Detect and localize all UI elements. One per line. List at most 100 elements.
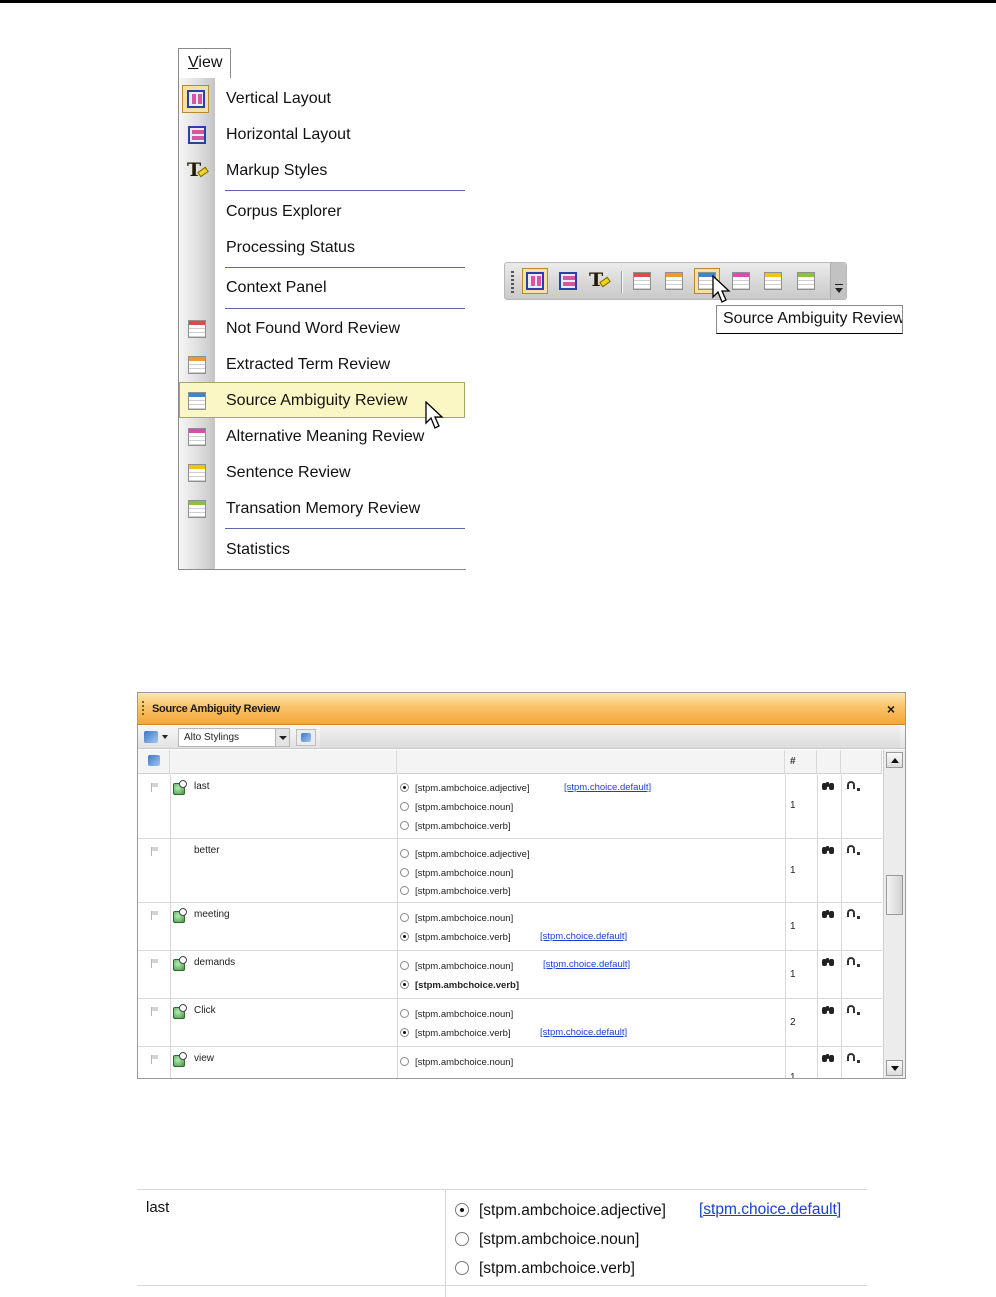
- ambiguity-choice[interactable]: [stpm.ambchoice.verb]: [400, 979, 519, 991]
- menu-item-markup-styles[interactable]: T Markup Styles: [179, 154, 465, 188]
- radio-button[interactable]: [455, 1203, 469, 1217]
- lookup-icon[interactable]: [846, 780, 862, 792]
- flag-icon[interactable]: [151, 959, 161, 968]
- panel-options-button[interactable]: [142, 729, 172, 746]
- menu-item-horizontal-layout[interactable]: Horizontal Layout: [179, 118, 465, 152]
- styling-select[interactable]: Alto Stylings: [178, 728, 290, 747]
- binoculars-icon[interactable]: [822, 1052, 836, 1063]
- panel-grip[interactable]: [142, 701, 144, 717]
- flag-icon[interactable]: [151, 1007, 161, 1016]
- toolbar-overflow-button[interactable]: [830, 263, 846, 299]
- chevron-down-icon[interactable]: [275, 729, 289, 746]
- menu-item-extracted-term-review[interactable]: Extracted Term Review: [179, 348, 465, 382]
- binoculars-icon[interactable]: [822, 956, 836, 967]
- flag-icon[interactable]: [151, 911, 161, 920]
- ambiguity-choice[interactable]: [stpm.ambchoice.verb]: [400, 820, 511, 832]
- header-find-column: [817, 750, 841, 774]
- menu-item-sentence-review[interactable]: Sentence Review: [179, 456, 465, 490]
- column-divider: [785, 775, 786, 1078]
- count-header: #: [790, 756, 796, 767]
- toolbar-translation-memory-review-button[interactable]: [795, 271, 817, 291]
- radio-button[interactable]: [400, 980, 409, 989]
- table-row[interactable]: demands [stpm.ambchoice.noun] [stpm.choi…: [138, 951, 882, 999]
- radio-button[interactable]: [400, 961, 409, 970]
- binoculars-icon[interactable]: [822, 908, 836, 919]
- detail-choice[interactable]: [stpm.ambchoice.noun]: [455, 1230, 639, 1249]
- menu-item-statistics[interactable]: Statistics: [179, 533, 465, 567]
- radio-button[interactable]: [455, 1261, 469, 1275]
- lookup-icon[interactable]: [846, 908, 862, 920]
- radio-button[interactable]: [400, 868, 409, 877]
- table-row[interactable]: last [stpm.ambchoice.adjective] [stpm.ch…: [138, 775, 882, 839]
- radio-button[interactable]: [400, 802, 409, 811]
- ambiguity-choice[interactable]: [stpm.ambchoice.noun]: [400, 867, 513, 879]
- detail-choice[interactable]: [stpm.ambchoice.verb]: [455, 1259, 635, 1278]
- binoculars-icon[interactable]: [822, 844, 836, 855]
- table-row[interactable]: meeting [stpm.ambchoice.noun] [stpm.ambc…: [138, 903, 882, 951]
- binoculars-icon[interactable]: [822, 780, 836, 791]
- menu-item-processing-status[interactable]: Processing Status: [179, 231, 465, 265]
- close-icon[interactable]: ×: [887, 701, 895, 717]
- ambiguity-choice[interactable]: [stpm.ambchoice.noun]: [400, 960, 513, 972]
- lookup-icon[interactable]: [846, 1052, 862, 1064]
- detail-choice[interactable]: [stpm.ambchoice.adjective]: [455, 1201, 666, 1220]
- menu-item-not-found-word-review[interactable]: Not Found Word Review: [179, 312, 465, 346]
- flag-icon[interactable]: [151, 1055, 161, 1064]
- radio-button[interactable]: [400, 821, 409, 830]
- radio-button[interactable]: [400, 1009, 409, 1018]
- toolbar-horizontal-layout-button[interactable]: [557, 271, 579, 291]
- table-row[interactable]: Click [stpm.ambchoice.noun] [stpm.ambcho…: [138, 999, 882, 1047]
- choice-default-link[interactable]: [stpm.choice.default]: [564, 782, 651, 793]
- source-ambiguity-review-panel: Source Ambiguity Review × Alto Stylings …: [137, 692, 906, 1079]
- ambiguity-choice[interactable]: [stpm.ambchoice.verb]: [400, 885, 511, 897]
- toolbar-grip[interactable]: [511, 271, 514, 293]
- menu-item-source-ambiguity-review[interactable]: Source Ambiguity Review: [179, 382, 465, 418]
- ambiguity-choice[interactable]: [stpm.ambchoice.verb]: [400, 1027, 511, 1039]
- header-term-column[interactable]: [170, 750, 397, 774]
- toolbar-extracted-term-review-button[interactable]: [663, 271, 685, 291]
- radio-button[interactable]: [455, 1232, 469, 1246]
- detail-default-link[interactable]: [stpm.choice.default]: [699, 1201, 841, 1219]
- table-row[interactable]: view [stpm.ambchoice.noun] 1: [138, 1047, 882, 1078]
- radio-button[interactable]: [400, 1057, 409, 1066]
- apply-style-button[interactable]: [296, 729, 316, 746]
- menu-item-context-panel[interactable]: Context Panel: [179, 271, 465, 305]
- radio-button[interactable]: [400, 849, 409, 858]
- lookup-icon[interactable]: [846, 956, 862, 968]
- ambiguity-choice[interactable]: [stpm.ambchoice.noun]: [400, 912, 513, 924]
- ambiguity-choice[interactable]: [stpm.ambchoice.noun]: [400, 1008, 513, 1020]
- menu-item-vertical-layout[interactable]: Vertical Layout: [179, 82, 465, 116]
- radio-button[interactable]: [400, 1028, 409, 1037]
- toolbar-vertical-layout-button[interactable]: [522, 268, 548, 294]
- scroll-down-button[interactable]: [886, 1060, 903, 1076]
- menu-item-translation-memory-review[interactable]: Transation Memory Review: [179, 492, 465, 526]
- radio-button[interactable]: [400, 783, 409, 792]
- radio-button[interactable]: [400, 932, 409, 941]
- scroll-up-button[interactable]: [886, 752, 903, 768]
- scroll-thumb[interactable]: [886, 875, 903, 915]
- lookup-icon[interactable]: [846, 1004, 862, 1016]
- ambiguity-choice[interactable]: [stpm.ambchoice.noun]: [400, 1056, 513, 1068]
- radio-button[interactable]: [400, 886, 409, 895]
- flag-icon[interactable]: [151, 783, 161, 792]
- lookup-icon[interactable]: [846, 844, 862, 856]
- ambiguity-choice[interactable]: [stpm.ambchoice.verb]: [400, 931, 511, 943]
- header-choice-column[interactable]: [397, 750, 785, 774]
- toolbar-sentence-review-button[interactable]: [762, 271, 784, 291]
- choice-default-link[interactable]: [stpm.choice.default]: [540, 931, 627, 942]
- menu-item-corpus-explorer[interactable]: Corpus Explorer: [179, 195, 465, 229]
- table-row[interactable]: better [stpm.ambchoice.adjective] [stpm.…: [138, 839, 882, 903]
- flag-icon[interactable]: [151, 847, 161, 856]
- radio-button[interactable]: [400, 913, 409, 922]
- ambiguity-choice[interactable]: [stpm.ambchoice.adjective]: [400, 782, 530, 794]
- binoculars-icon[interactable]: [822, 1004, 836, 1015]
- view-menu-title[interactable]: View: [178, 48, 231, 78]
- menu-item-alternative-meaning-review[interactable]: Alternative Meaning Review: [179, 420, 465, 454]
- choice-default-link[interactable]: [stpm.choice.default]: [543, 959, 630, 970]
- toolbar-not-found-word-review-button[interactable]: [631, 271, 653, 291]
- ambiguity-choice[interactable]: [stpm.ambchoice.noun]: [400, 801, 513, 813]
- vertical-scrollbar[interactable]: [883, 750, 905, 1078]
- choice-default-link[interactable]: [stpm.choice.default]: [540, 1027, 627, 1038]
- ambiguity-choice[interactable]: [stpm.ambchoice.adjective]: [400, 848, 530, 860]
- toolbar-markup-styles-button[interactable]: T: [587, 271, 611, 291]
